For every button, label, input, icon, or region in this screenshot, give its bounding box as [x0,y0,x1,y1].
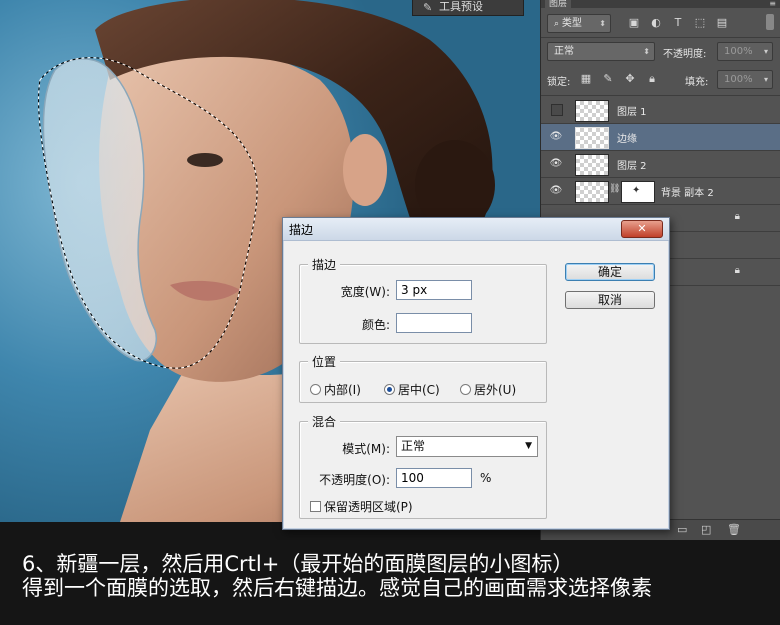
fill-value: 100% [724,74,753,85]
dialog-titlebar[interactable]: 描边 ✕ [283,218,669,241]
search-icon: ⌕ [554,19,562,29]
tool-presets-label: 工具预设 [439,0,483,13]
opacity-label: 不透明度(O): [319,473,390,487]
lock-icon: 🔒︎ [734,211,740,222]
chain-link-icon[interactable]: ⛓ [609,184,620,194]
shape-filter-icon[interactable]: ⬚ [693,16,707,30]
layer-filter-value: 类型 [561,18,582,29]
layer-name: 图层 2 [617,161,647,172]
radio-outside[interactable]: 居外(U) [460,381,516,398]
radio-dot [460,384,471,395]
lock-icon: 🔒︎ [734,265,740,276]
pixel-filter-icon[interactable]: ▣ [627,16,641,30]
blend-group-title: 混合 [308,413,341,430]
fill-label: 填充: [685,77,709,88]
ok-button[interactable]: 确定 [565,263,655,281]
type-filter-icon[interactable]: T [671,16,685,30]
fill-field[interactable]: 100% ▾ [717,70,773,89]
layer-thumbnail [575,181,609,203]
color-label: 颜色: [361,318,390,332]
width-label: 宽度(W): [340,285,390,299]
layer-row-2[interactable]: 👁︎ 图层 2 [541,151,780,178]
radio-inside-label: 内部(I) [324,383,361,397]
trash-icon[interactable]: 🗑︎ [727,523,741,536]
mask-shape: ✦ [632,185,641,196]
radio-center-label: 居中(C) [398,383,440,397]
eye-icon[interactable]: 👁︎ [549,184,563,198]
opacity-value: 100% [724,46,753,57]
opacity-input[interactable] [396,468,472,488]
layer-filter-select[interactable]: ⌕ 类型 ⬍ [547,14,611,33]
panel-separator [541,95,780,96]
mode-select[interactable]: 正常 ▼ [396,436,538,457]
layer-name: 背景 副本 2 [661,188,714,199]
close-button[interactable]: ✕ [621,220,663,238]
radio-outside-label: 居外(U) [474,383,517,397]
lock-pixels-icon[interactable]: ✎ [601,72,615,86]
stroke-group-title: 描边 [308,256,341,273]
radio-inside[interactable]: 内部(I) [310,381,361,398]
layer-row-1[interactable]: 图层 1 [541,97,780,124]
ear-shape [343,134,387,206]
smart-object-filter-icon[interactable]: ▤ [715,16,729,30]
layer-thumbnail [575,100,609,122]
chevron-down-icon: ▼ [525,441,532,451]
mode-value: 正常 [401,439,426,453]
opacity-field[interactable]: 100% ▾ [717,42,773,61]
chevron-updown-icon: ⬍ [643,47,650,56]
blend-group: 混合 模式(M): 正常 ▼ 不透明度(O): % 保留透明区域(P) [299,413,547,519]
stroke-group: 描边 宽度(W): 颜色: [299,256,547,344]
layer-row-edge[interactable]: 👁︎ 边缘 [541,124,780,151]
radio-dot-selected [384,384,395,395]
layer-name: 边缘 [617,134,637,145]
adjustment-filter-icon[interactable]: ◐ [649,16,663,30]
brush-icon: ✎ [423,1,433,14]
tool-presets-chip[interactable]: ✎ 工具预设 [412,0,524,16]
opacity-unit: % [480,471,492,485]
layer-thumbnail [575,127,609,149]
chevron-down-icon: ▾ [763,75,768,84]
caption-line-2: 得到一个面膜的选取，然后右键描边。感觉自己的画面需求选择像素 [22,576,652,600]
lock-position-icon[interactable]: ✥ [623,72,637,86]
panel-separator [541,37,780,38]
layer-name: 图层 1 [617,107,647,118]
lock-all-icon[interactable]: 🔒︎ [645,72,659,86]
visibility-off-box[interactable] [551,104,563,116]
blend-mode-value: 正常 [554,46,574,57]
mode-label: 模式(M): [342,442,390,456]
tab-layers[interactable]: 图层 [545,0,571,8]
position-group: 位置 内部(I) 居中(C) 居外(U) [299,353,547,403]
panel-menu-icon[interactable]: ≡ [769,0,776,8]
chevron-updown-icon: ⬍ [599,19,606,28]
lock-label: 锁定: [547,77,571,88]
position-group-title: 位置 [308,353,341,370]
preserve-transparency-checkbox[interactable]: 保留透明区域(P) [310,498,413,515]
cancel-button[interactable]: 取消 [565,291,655,309]
filter-toggle[interactable] [766,14,774,30]
layer-row-background-copy[interactable]: 👁︎ ⛓ ✦ 背景 副本 2 [541,178,780,205]
layer-mask-thumbnail[interactable]: ✦ [621,181,655,203]
new-layer-icon[interactable]: ◰ [701,523,711,536]
eye-icon[interactable]: 👁︎ [549,157,563,171]
new-group-icon[interactable]: ▭ [677,523,687,536]
dialog-title: 描边 [289,223,314,237]
checkbox-box [310,501,321,512]
panel-tab-bar: 图层 ≡ [541,0,780,8]
width-input[interactable] [396,280,472,300]
stroke-dialog: 描边 ✕ 描边 宽度(W): 颜色: 位置 内部(I) 居中(C) 居外(U) … [282,217,670,530]
radio-center[interactable]: 居中(C) [384,381,440,398]
opacity-label: 不透明度: [663,49,707,60]
preserve-transparency-label: 保留透明区域(P) [324,500,413,514]
blend-mode-select[interactable]: 正常 ⬍ [547,42,655,61]
tutorial-caption: 6、新疆一层，然后用Crtl+（最开始的面膜图层的小图标） 得到一个面膜的选取，… [0,540,780,625]
color-swatch[interactable] [396,313,472,333]
radio-dot [310,384,321,395]
chevron-down-icon: ▾ [763,47,768,56]
layer-thumbnail [575,154,609,176]
eye-icon[interactable]: 👁︎ [549,130,563,144]
caption-line-1: 6、新疆一层，然后用Crtl+（最开始的面膜图层的小图标） [22,552,574,576]
lock-transparent-icon[interactable]: ▦ [579,72,593,86]
eye-shape [187,153,223,167]
